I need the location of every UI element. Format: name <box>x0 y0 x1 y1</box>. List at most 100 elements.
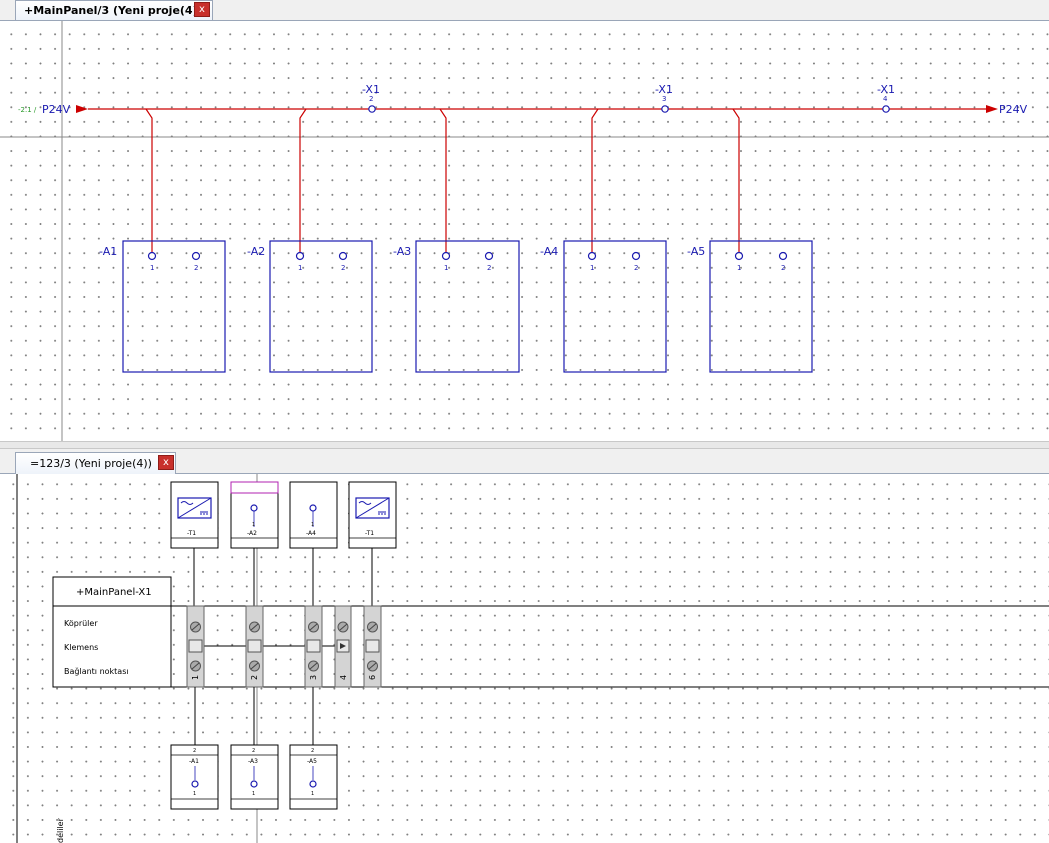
pin-number: 1 <box>252 522 255 528</box>
clamp-icon <box>188 639 203 653</box>
device-a4[interactable]: -A4 1 2 <box>540 240 667 373</box>
terminal-strip-header[interactable]: +MainPanel-X1 Köprüler Klemens Bağlantı … <box>52 576 172 688</box>
terminal-number: 4 <box>339 675 348 680</box>
device-a5[interactable]: -A5 1 2 <box>687 240 813 373</box>
pin-connection-icon <box>734 251 744 261</box>
terminal-x1-2[interactable]: -X1 2 <box>362 83 380 113</box>
terminal-block-3[interactable]: 3 <box>304 605 323 688</box>
pin-number: 1 <box>193 791 196 797</box>
pin-connection-icon <box>191 251 201 261</box>
pin-number: 1 <box>590 264 594 272</box>
bottom-device-a5[interactable]: 2 -A5 1 <box>289 744 338 810</box>
top-device-t1-right[interactable]: -T1 <box>348 481 397 549</box>
crossref-label: -2.1 / <box>18 106 37 114</box>
device-tag: -A1 <box>189 758 199 765</box>
side-label: deliler <box>56 817 65 843</box>
tab-title: =123/3 (Yeni proje(4)) <box>30 457 152 470</box>
terminal-block-6[interactable]: 6 <box>363 605 382 688</box>
device-tag: -A4 <box>306 530 316 537</box>
branch-wire-a1[interactable] <box>145 108 153 253</box>
terminal-circle-icon <box>882 105 890 113</box>
pin-connection-icon <box>484 251 494 261</box>
tab-title: +MainPanel/3 (Yeni proje(4)) <box>24 4 203 17</box>
top-device-a4[interactable]: 1 -A4 <box>289 481 338 549</box>
device-box <box>122 240 226 373</box>
device-a3[interactable]: -A3 1 2 <box>393 240 520 373</box>
pin-connection-icon <box>250 780 258 788</box>
terminal-x1-4[interactable]: -X1 4 <box>877 83 895 113</box>
device-tag: -A2 <box>247 245 265 258</box>
pin-number: 1 <box>298 264 302 272</box>
top-device-t1-left[interactable]: -T1 <box>170 481 219 549</box>
row-label-connection-point: Bağlantı noktası <box>64 667 129 676</box>
potential-left-label: P24V <box>42 103 71 116</box>
terminal-circle-icon <box>368 105 376 113</box>
row-label-terminals: Klemens <box>64 643 98 652</box>
pin-number: 1 <box>311 522 314 528</box>
device-a2[interactable]: -A2 1 2 <box>247 240 373 373</box>
pin-connection-icon <box>631 251 641 261</box>
terminal-number: 3 <box>309 675 318 680</box>
pin-number: 2 <box>252 748 255 754</box>
potential-right-label: P24V <box>999 103 1028 116</box>
pin-number: 2 <box>311 748 314 754</box>
device-tag: -A5 <box>307 758 317 765</box>
potential-right-arrow-icon <box>986 105 998 113</box>
clamp-icon <box>247 639 262 653</box>
device-tag: -T1 <box>187 530 196 537</box>
pin-number: 1 <box>444 264 448 272</box>
terminal-number: 2 <box>250 675 259 680</box>
pin-number: 2 <box>634 264 638 272</box>
schematic-canvas[interactable]: -2.1 / P24V P24V -X1 2 -X1 3 -X1 4 -A1 1… <box>0 21 1049 441</box>
pin-connection-icon <box>778 251 788 261</box>
device-a1[interactable]: -A1 1 2 <box>99 240 226 373</box>
pin-number: 2 <box>341 264 345 272</box>
terminal-number: 3 <box>662 95 666 103</box>
branch-wire-a5[interactable] <box>732 108 740 253</box>
device-tag: -A3 <box>248 758 258 765</box>
terminal-diagram-canvas[interactable]: -T1 1 -A2 1 -A4 -T1 +MainPanel-X1 Köprül… <box>0 474 1049 843</box>
clamp-icon <box>306 639 321 653</box>
terminal-x1-3[interactable]: -X1 3 <box>655 83 673 113</box>
clamp-icon <box>365 639 380 653</box>
close-tab-button[interactable]: x <box>194 2 210 17</box>
potential-left-arrow-icon <box>76 105 88 113</box>
pin-number: 2 <box>193 748 196 754</box>
device-tag: -A3 <box>393 245 411 258</box>
top-device-a2[interactable]: 1 -A2 <box>230 481 279 549</box>
pin-connection-icon <box>441 251 451 261</box>
pin-number: 1 <box>150 264 154 272</box>
close-tab-button[interactable]: x <box>158 455 174 470</box>
terminal-block-1[interactable]: 1 <box>186 605 205 688</box>
top-tab-bar: +MainPanel/3 (Yeni proje(4)) x <box>0 0 1049 21</box>
device-tag: -A2 <box>247 530 257 537</box>
branch-wire-a3[interactable] <box>439 108 447 253</box>
terminal-circle-icon <box>661 105 669 113</box>
pin-connection-icon <box>191 780 199 788</box>
device-box <box>563 240 667 373</box>
device-tag: -A1 <box>99 245 117 258</box>
pin-connection-icon <box>309 504 317 512</box>
strip-title: +MainPanel-X1 <box>76 587 152 598</box>
tab-123-3[interactable]: =123/3 (Yeni proje(4)) <box>15 452 176 474</box>
row-label-bridges: Köprüler <box>64 619 98 628</box>
bottom-tab-bar: =123/3 (Yeni proje(4)) x <box>0 449 1049 474</box>
device-box <box>709 240 813 373</box>
device-tag: -A5 <box>687 245 705 258</box>
branch-wire-a4[interactable] <box>591 108 599 253</box>
terminal-block-2[interactable]: 2 <box>245 605 264 688</box>
device-box <box>415 240 520 373</box>
bottom-device-a1[interactable]: 2 -A1 1 <box>170 744 219 810</box>
pin-number: 2 <box>781 264 785 272</box>
branch-wire-a2[interactable] <box>299 108 307 253</box>
tab-mainpanel-3[interactable]: +MainPanel/3 (Yeni proje(4)) <box>15 0 213 20</box>
pin-connection-icon <box>338 251 348 261</box>
pin-connection-icon <box>587 251 597 261</box>
pane-splitter[interactable] <box>0 441 1049 449</box>
pin-number: 2 <box>487 264 491 272</box>
terminal-block-4[interactable]: 4 <box>334 605 352 688</box>
pin-number: 1 <box>311 791 314 797</box>
bottom-device-a3[interactable]: 2 -A3 1 <box>230 744 279 810</box>
device-box <box>269 240 373 373</box>
pin-number: 1 <box>252 791 255 797</box>
